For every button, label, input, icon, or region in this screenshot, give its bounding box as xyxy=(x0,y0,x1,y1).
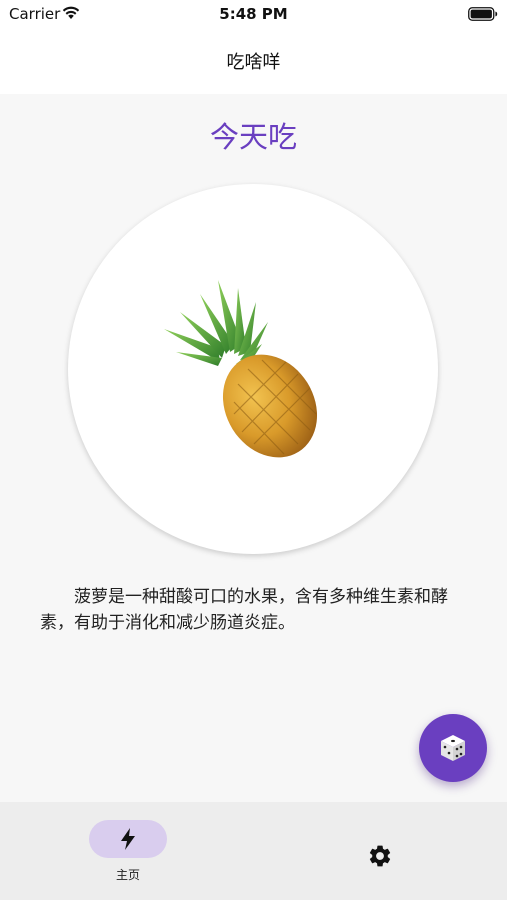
battery-icon xyxy=(468,6,498,25)
tab-home-label: 主页 xyxy=(115,868,140,882)
today-heading: 今天吃 xyxy=(209,120,297,154)
food-description: 菠萝是一种甜酸可口的水果，含有多种维生素和酵素，有助于消化和减少肠道炎症。 xyxy=(40,587,448,633)
bolt-icon xyxy=(121,828,135,850)
nav-bar: 吃啥咩 xyxy=(0,28,507,94)
tab-bar: 主页 xyxy=(0,802,507,900)
random-pick-button[interactable] xyxy=(419,714,487,782)
status-bar: Carrier 5:48 PM xyxy=(0,0,507,28)
tab-home-indicator xyxy=(89,820,167,858)
page-title: 吃啥咩 xyxy=(226,52,281,73)
status-time: 5:48 PM xyxy=(219,5,288,23)
gear-icon xyxy=(369,845,391,867)
tab-home[interactable]: 主页 xyxy=(86,820,170,884)
food-plate xyxy=(68,184,438,554)
dice-icon xyxy=(441,735,465,761)
main-content: 今天吃 菠萝是一种甜酸可口的水果，含有多种维生素和酵素，有助于消化和减少肠道炎症… xyxy=(0,94,507,802)
pineapple-icon xyxy=(164,280,318,458)
tab-settings[interactable] xyxy=(360,836,400,876)
